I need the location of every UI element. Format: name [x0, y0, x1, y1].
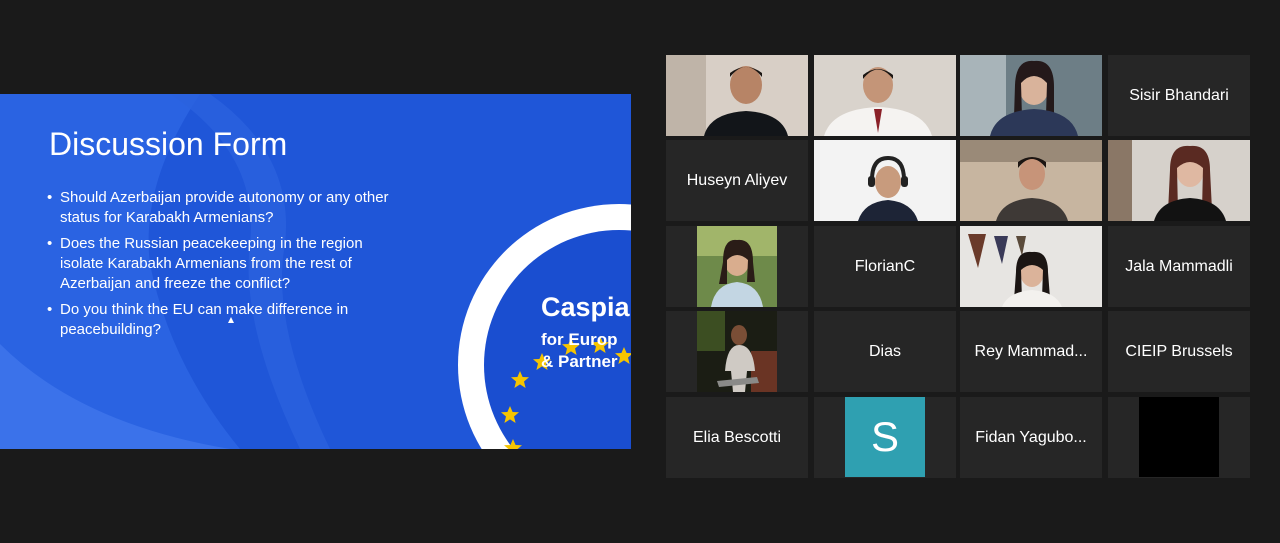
shared-slide: Discussion Form Should Azerbaijan provid… [0, 94, 631, 449]
participant-tile[interactable]: S [814, 397, 956, 478]
participant-video [960, 55, 1102, 136]
logo-name: Caspia [541, 292, 630, 322]
participant-name: FlorianC [854, 257, 916, 275]
participant-name: Fidan Yagubo... [975, 428, 1087, 446]
participant-avatar [697, 311, 777, 392]
participant-name: Jala Mammadli [1125, 257, 1233, 275]
slide-bullet: Should Azerbaijan provide autonomy or an… [47, 188, 407, 228]
participant-video [814, 55, 956, 136]
participant-tile[interactable]: Huseyn Aliyev [666, 140, 808, 221]
slide-bullet: Does the Russian peacekeeping in the reg… [47, 234, 407, 294]
participant-tile[interactable]: Jala Mammadli [1108, 226, 1250, 307]
participant-video-tile[interactable] [960, 55, 1102, 136]
participant-video-tile[interactable] [1108, 140, 1250, 221]
participant-tile[interactable]: Elia Bescotti [666, 397, 808, 478]
participant-video [960, 140, 1102, 221]
participant-name: Rey Mammad... [974, 342, 1088, 360]
participant-letter-avatar: S [845, 397, 925, 477]
participant-video-tile[interactable] [814, 55, 956, 136]
participant-tile[interactable]: Fidan Yagubo... [960, 397, 1102, 478]
participant-video-tile[interactable] [960, 140, 1102, 221]
participant-tile[interactable] [666, 226, 808, 307]
participant-grid: Sisir Bhandari Huseyn Aliyev FlorianC Ja… [666, 55, 1252, 478]
participant-tile[interactable]: FlorianC [814, 226, 956, 307]
participant-video [1108, 140, 1250, 221]
eu-stars-icon [501, 336, 631, 449]
participant-avatar [697, 226, 777, 307]
participant-name: CIEIP Brussels [1125, 342, 1233, 360]
participant-name: Huseyn Aliyev [686, 171, 788, 189]
participant-avatar [1139, 397, 1219, 477]
participant-video-tile[interactable] [666, 55, 808, 136]
slide-bullet: Do you think the EU can make difference … [47, 300, 407, 340]
participant-tile[interactable] [1108, 397, 1250, 478]
participant-tile[interactable]: Dias [814, 311, 956, 392]
logo-subtitle: & Partner [541, 352, 618, 371]
participant-name: Elia Bescotti [692, 428, 782, 446]
participant-video [814, 140, 956, 221]
mouse-pointer-icon [228, 317, 234, 323]
participant-video [666, 55, 808, 136]
participant-tile[interactable]: CIEIP Brussels [1108, 311, 1250, 392]
slide-bullet-list: Should Azerbaijan provide autonomy or an… [47, 188, 407, 346]
participant-video-tile[interactable] [960, 226, 1102, 307]
participant-tile[interactable]: Sisir Bhandari [1108, 55, 1250, 136]
participant-video-tile[interactable] [814, 140, 956, 221]
participant-name: Sisir Bhandari [1129, 86, 1229, 104]
participant-name: Dias [868, 342, 901, 360]
participant-tile[interactable] [666, 311, 808, 392]
logo-subtitle: for Europ [541, 330, 618, 349]
participant-video [960, 226, 1102, 307]
participant-tile[interactable]: Rey Mammad... [960, 311, 1102, 392]
slide-title: Discussion Form [49, 126, 288, 162]
